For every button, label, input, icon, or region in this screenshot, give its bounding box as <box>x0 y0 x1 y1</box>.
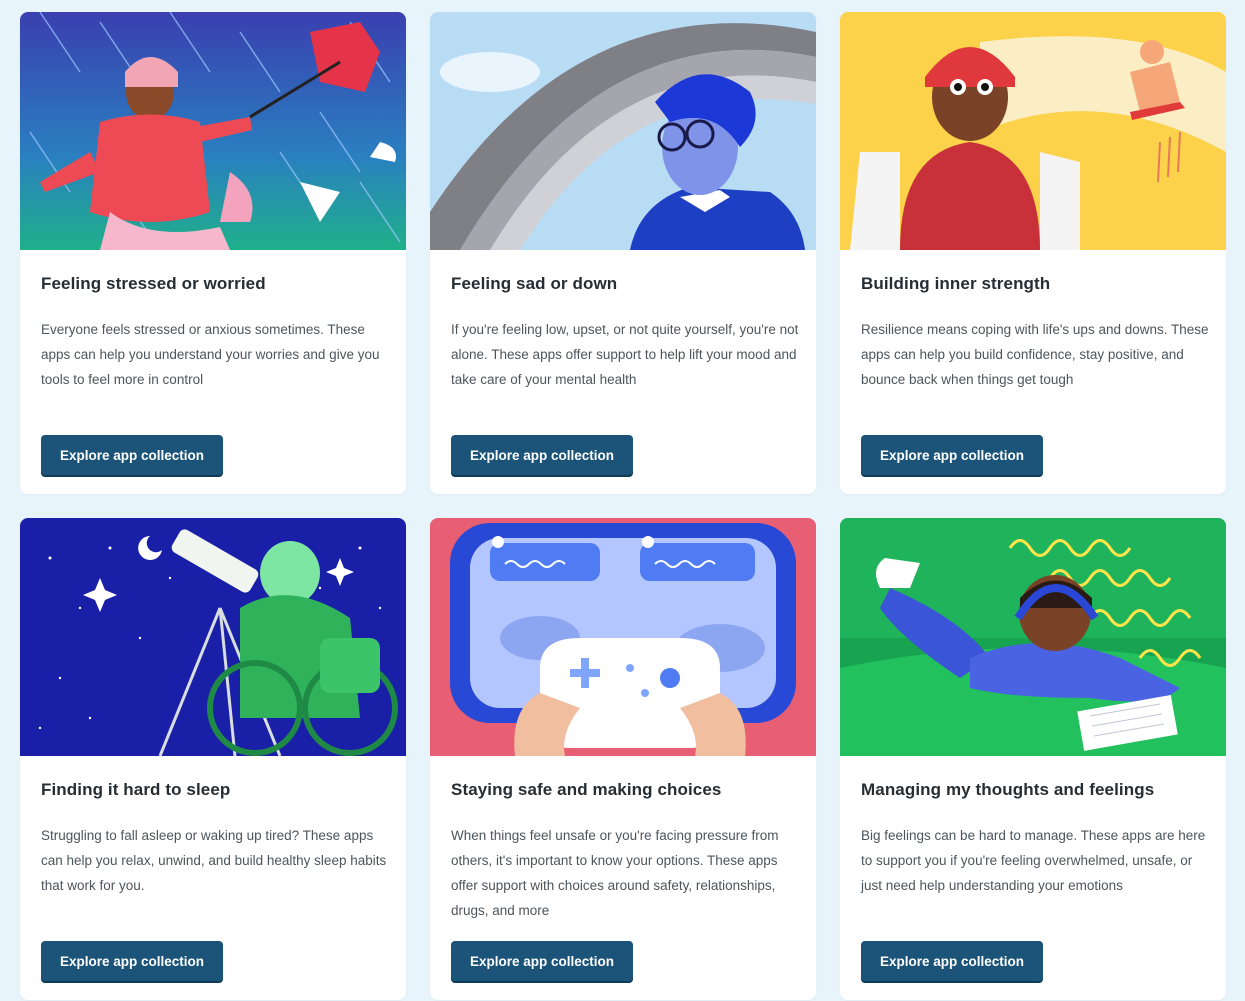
explore-app-collection-button[interactable]: Explore app collection <box>861 435 1043 475</box>
illustration-teen-headphones <box>840 518 1226 756</box>
card-title: Feeling sad or down <box>451 274 618 293</box>
card-title: Building inner strength <box>861 274 1051 293</box>
card-title: Staying safe and making choices <box>451 780 722 799</box>
collection-card-safe: Staying safe and making choices When thi… <box>430 518 816 1000</box>
card-description: Big feelings can be hard to manage. Thes… <box>861 828 1206 893</box>
collection-card-sleep: Finding it hard to sleep Struggling to f… <box>20 518 406 1000</box>
card-description: Resilience means coping with life's ups … <box>861 322 1209 387</box>
card-description: If you're feeling low, upset, or not qui… <box>451 322 799 387</box>
collection-card-strength: Building inner strength Resilience means… <box>840 12 1226 494</box>
app-collection-grid: Feeling stressed or worried Everyone fee… <box>20 12 1226 1000</box>
card-title: Feeling stressed or worried <box>41 274 266 293</box>
collection-card-thoughts: Managing my thoughts and feelings Big fe… <box>840 518 1226 1000</box>
illustration-telescope-night <box>20 518 406 756</box>
explore-app-collection-button[interactable]: Explore app collection <box>41 941 223 981</box>
collection-card-sad: Feeling sad or down If you're feeling lo… <box>430 12 816 494</box>
explore-app-collection-button[interactable]: Explore app collection <box>41 435 223 475</box>
card-description: When things feel unsafe or you're facing… <box>451 828 779 918</box>
explore-app-collection-button[interactable]: Explore app collection <box>861 941 1043 981</box>
card-title: Managing my thoughts and feelings <box>861 780 1155 799</box>
explore-app-collection-button[interactable]: Explore app collection <box>451 941 633 981</box>
explore-app-collection-button[interactable]: Explore app collection <box>451 435 633 475</box>
illustration-game-controller <box>430 518 816 756</box>
card-title: Finding it hard to sleep <box>41 780 231 799</box>
collection-card-stressed: Feeling stressed or worried Everyone fee… <box>20 12 406 494</box>
illustration-boy-rainbow <box>430 12 816 250</box>
card-description: Struggling to fall asleep or waking up t… <box>41 828 387 893</box>
illustration-person-in-rain <box>20 12 406 250</box>
illustration-girl-helmet <box>840 12 1226 250</box>
card-description: Everyone feels stressed or anxious somet… <box>41 322 380 387</box>
